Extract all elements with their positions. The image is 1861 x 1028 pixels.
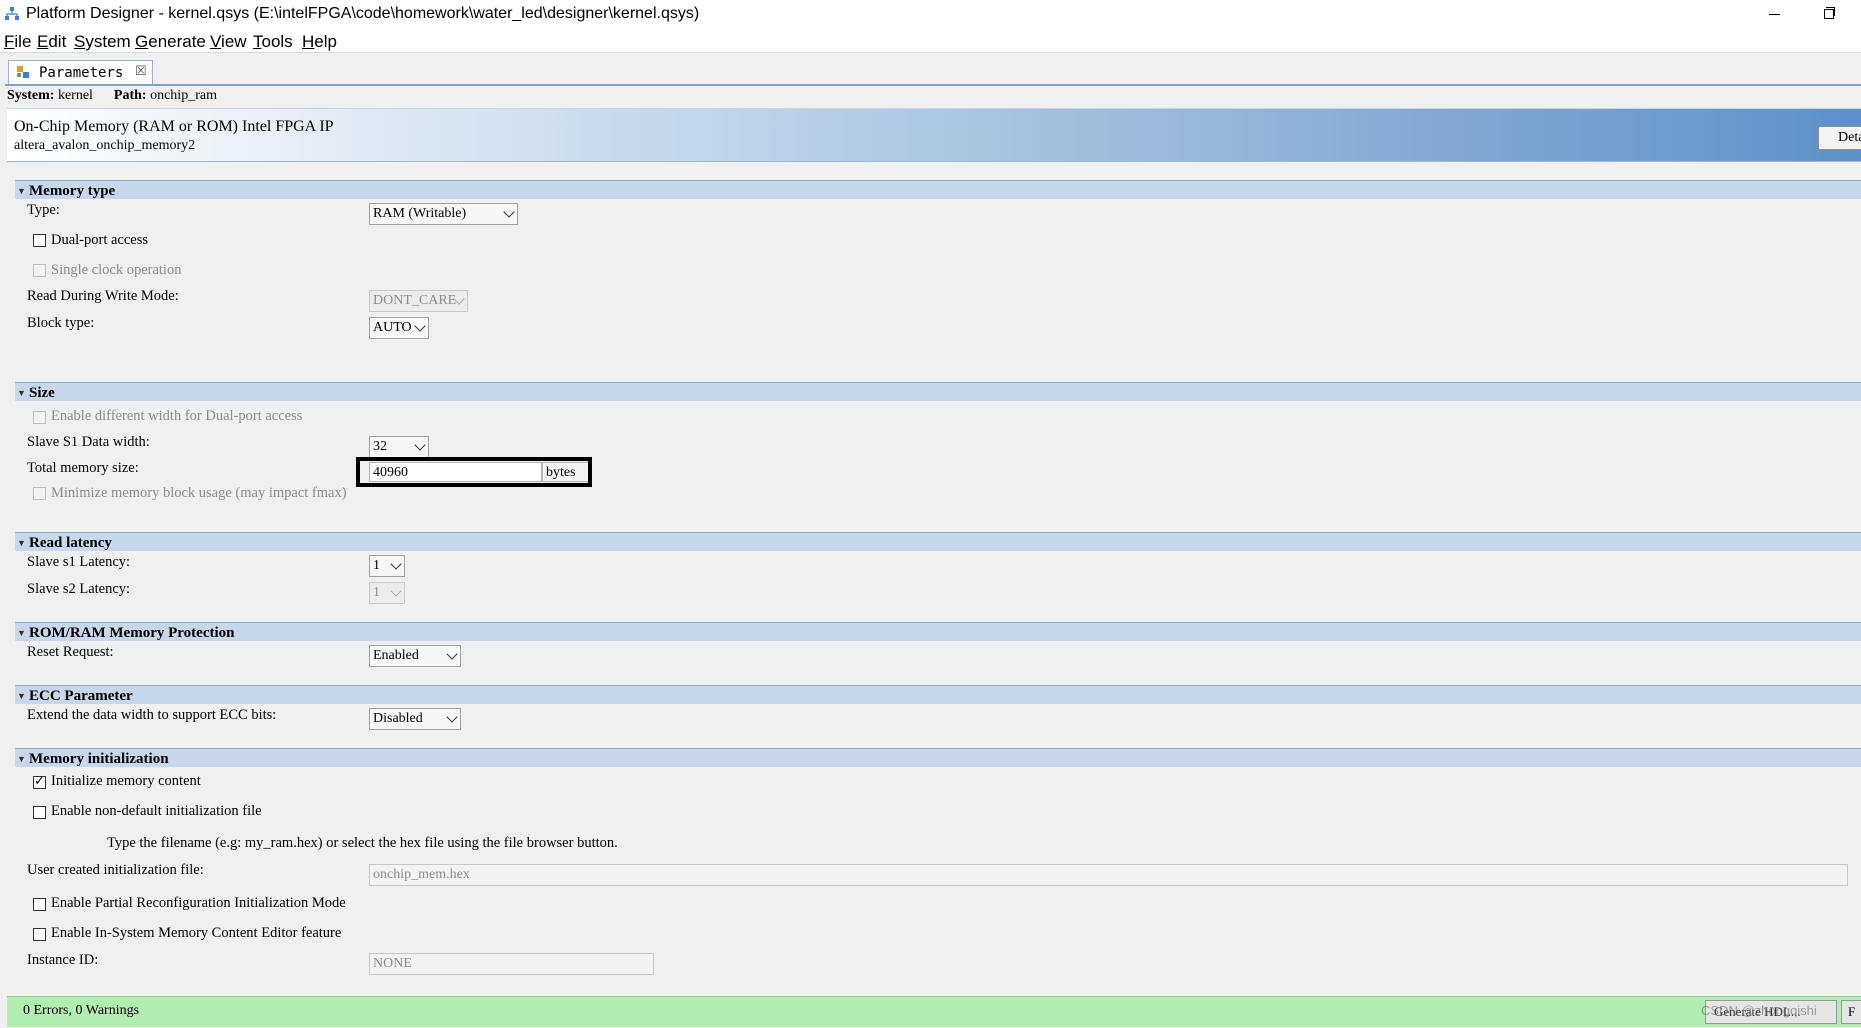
single-clock-checkbox[interactable] [33,264,46,277]
system-label: System: [7,88,55,103]
minimize-label: Minimize memory block usage (may impact … [51,485,347,501]
s1-latency-label: Slave s1 Latency: [27,554,131,570]
memory-size-highlight-box [356,457,592,487]
chevron-down-icon [446,711,458,723]
diff-width-checkbox[interactable] [33,411,46,424]
ecc-select[interactable]: Disabled [369,708,461,730]
window-title: Platform Designer - kernel.qsys (E:\inte… [26,5,700,22]
section-memory-initialization[interactable]: ▼ Memory initialization [15,748,1861,767]
chevron-down-icon [503,206,515,218]
watermark: CSDN @zhongqishi [1701,1003,1817,1018]
s1-width-label: Slave S1 Data width: [27,434,150,450]
menu-view[interactable]: View [210,32,247,52]
s1-width-select[interactable]: 32 [369,436,429,458]
parameters-panel: ▼ Memory type Type: RAM (Writable) Dual-… [7,160,1861,990]
s1-latency-select[interactable]: 1 [369,555,405,577]
user-file-input[interactable]: onchip_mem.hex [369,864,1848,886]
non-default-file-label: Enable non-default initialization file [51,803,262,819]
finish-button[interactable]: F [1841,1000,1861,1024]
in-system-editor-checkbox[interactable] [33,928,46,941]
dual-port-label: Dual-port access [51,232,149,248]
platform-designer-icon [5,7,19,20]
collapse-arrow-icon: ▼ [17,538,26,548]
minimize-checkbox[interactable] [33,487,46,500]
path-value: onchip_ram [150,88,217,103]
tab-strip: Parameters ☒ [5,60,1861,86]
s2-latency-label: Slave s2 Latency: [27,581,131,597]
instance-id-input[interactable]: NONE [369,953,654,975]
menu-help[interactable]: Help [302,32,337,52]
menu-edit[interactable]: Edit [37,32,66,52]
parameters-icon [17,66,29,78]
block-type-label: Block type: [27,315,95,331]
type-select[interactable]: RAM (Writable) [369,203,518,225]
s2-latency-select[interactable]: 1 [369,582,405,604]
status-bar: 0 Errors, 0 Warnings Generate HDL... F C… [7,996,1861,1027]
partial-reconfig-label: Enable Partial Reconfiguration Initializ… [51,895,346,911]
diff-width-label: Enable different width for Dual-port acc… [51,408,303,424]
title-bar: Platform Designer - kernel.qsys (E:\inte… [0,0,1861,30]
system-value: kernel [57,88,93,103]
chevron-down-icon [414,439,426,451]
collapse-arrow-icon: ▼ [17,691,26,701]
section-memory-type[interactable]: ▼ Memory type [15,180,1861,199]
reset-request-select[interactable]: Enabled [369,645,461,667]
ecc-label: Extend the data width to support ECC bit… [27,707,277,723]
collapse-arrow-icon: ▼ [17,388,26,398]
minimize-button[interactable] [1752,0,1798,30]
dual-port-checkbox[interactable] [33,234,46,247]
collapse-arrow-icon: ▼ [17,754,26,764]
section-memory-protection[interactable]: ▼ ROM/RAM Memory Protection [15,622,1861,641]
chevron-down-icon [446,648,458,660]
instance-id-label: Instance ID: [27,952,99,968]
non-default-file-checkbox[interactable] [33,806,46,819]
chevron-down-icon [414,320,426,332]
component-banner: On-Chip Memory (RAM or ROM) Intel FPGA I… [7,108,1861,162]
init-content-label: Initialize memory content [51,773,201,789]
single-clock-label: Single clock operation [51,262,182,278]
chevron-down-icon [390,558,402,570]
section-size[interactable]: ▼ Size [15,382,1861,401]
block-type-select[interactable]: AUTO [369,317,429,339]
menu-bar: File Edit System Generate View Tools Hel… [0,30,1861,53]
reset-request-label: Reset Request: [27,644,114,660]
in-system-editor-label: Enable In-System Memory Content Editor f… [51,925,342,941]
menu-file[interactable]: File [4,32,31,52]
tab-label: Parameters [39,65,124,81]
menu-system[interactable]: System [74,32,131,52]
partial-reconfig-checkbox[interactable] [33,898,46,911]
chevron-down-icon [390,585,402,597]
close-icon[interactable]: ☒ [135,63,147,79]
collapse-arrow-icon: ▼ [17,628,26,638]
total-size-label: Total memory size: [27,460,139,476]
menu-generate[interactable]: Generate [135,32,206,52]
details-button[interactable]: Deta [1818,126,1861,150]
init-hint: Type the filename (e.g: my_ram.hex) or s… [107,835,618,851]
init-content-checkbox[interactable] [33,773,46,789]
tab-parameters[interactable]: Parameters ☒ [8,60,153,84]
component-title: On-Chip Memory (RAM or ROM) Intel FPGA I… [14,118,334,135]
component-id: altera_avalon_onchip_memory2 [14,138,196,153]
collapse-arrow-icon: ▼ [17,186,26,196]
path-label: Path: [113,88,147,103]
path-row: System: kernel Path: onchip_ram [7,88,217,104]
section-ecc-parameter[interactable]: ▼ ECC Parameter [15,685,1861,704]
rdw-select[interactable]: DONT_CARE [369,290,468,312]
type-label: Type: [27,202,60,218]
restore-button[interactable] [1806,0,1852,30]
menu-tools[interactable]: Tools [253,32,293,52]
user-file-label: User created initialization file: [27,862,204,878]
status-text: 0 Errors, 0 Warnings [23,1003,140,1018]
rdw-label: Read During Write Mode: [27,288,179,304]
section-read-latency[interactable]: ▼ Read latency [15,532,1861,551]
